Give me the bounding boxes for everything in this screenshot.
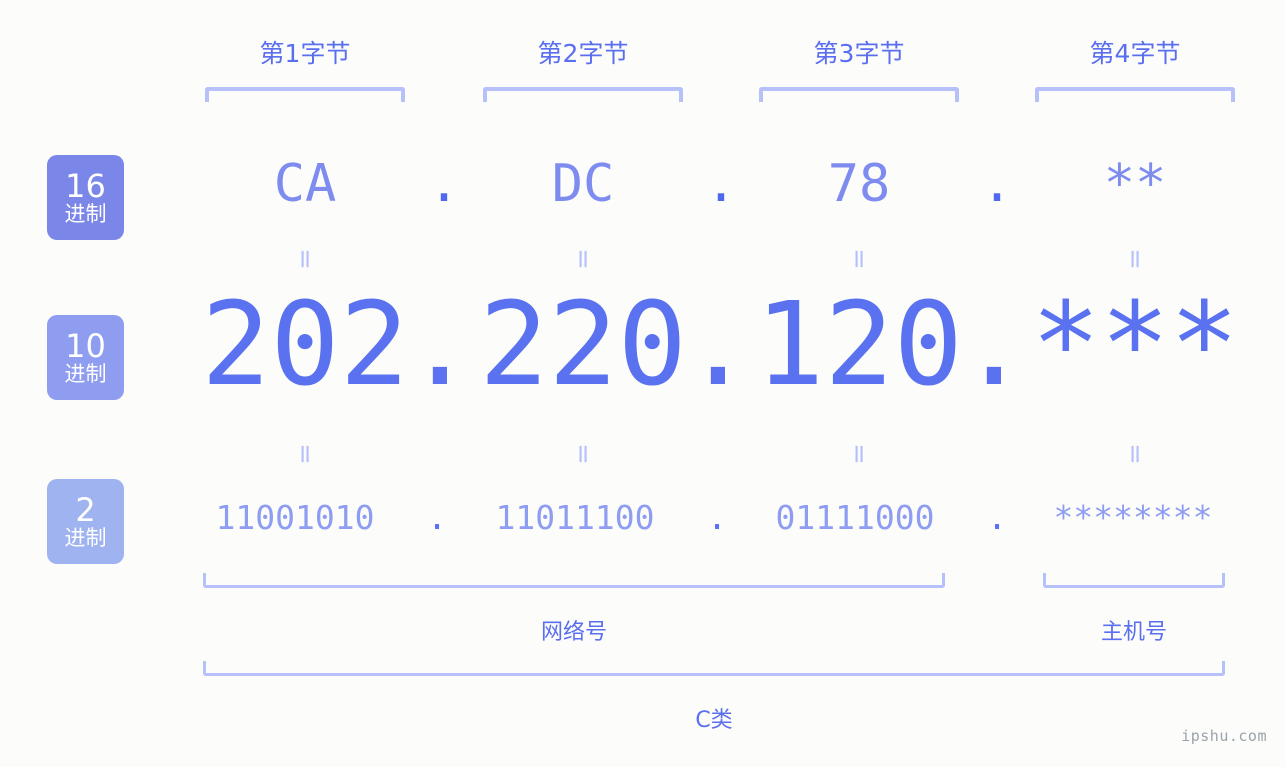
binary-separator-1: .: [427, 498, 447, 537]
ip-class-label: C类: [695, 708, 733, 733]
radix-badge-decimal-suffix: 进制: [64, 362, 107, 386]
byte-bracket-4: [1035, 87, 1235, 102]
hex-byte-3: 78: [827, 154, 891, 214]
decimal-separator-2: .: [683, 278, 753, 412]
decimal-separator-1: .: [405, 278, 475, 412]
equals-mark-hex-dec-3: =: [844, 248, 874, 270]
binary-byte-3: 01111000: [775, 498, 935, 537]
equals-mark-dec-bin-4: =: [1120, 443, 1150, 465]
radix-badge-binary: 2 进制: [47, 479, 124, 564]
radix-badge-binary-suffix: 进制: [64, 526, 107, 550]
byte-bracket-2: [483, 87, 683, 102]
site-watermark: ipshu.com: [1181, 727, 1267, 745]
binary-separator-2: .: [707, 498, 727, 537]
decimal-byte-4: ***: [1031, 278, 1239, 412]
byte-header-4: 第4字节: [1089, 39, 1181, 68]
network-portion-bracket: [203, 573, 945, 588]
byte-bracket-3: [759, 87, 959, 102]
equals-mark-dec-bin-2: =: [568, 443, 598, 465]
ip-class-bracket: [203, 661, 1225, 676]
ip-breakdown-diagram: 第1字节 第2字节 第3字节 第4字节 16 进制 10 进制 2 进制 CA …: [0, 0, 1285, 767]
radix-badge-decimal: 10 进制: [47, 315, 124, 400]
hex-separator-3: .: [981, 154, 1013, 214]
equals-mark-dec-bin-1: =: [290, 443, 320, 465]
radix-badge-hex: 16 进制: [47, 155, 124, 240]
radix-badge-binary-number: 2: [75, 491, 96, 529]
decimal-byte-1: 202: [201, 278, 409, 412]
radix-badge-decimal-number: 10: [65, 327, 106, 365]
binary-separator-3: .: [987, 498, 1007, 537]
hex-byte-2: DC: [551, 154, 615, 214]
byte-bracket-1: [205, 87, 405, 102]
hex-byte-1: CA: [273, 154, 337, 214]
binary-byte-4: ********: [1053, 498, 1213, 537]
equals-mark-hex-dec-2: =: [568, 248, 598, 270]
decimal-byte-2: 220: [479, 278, 687, 412]
equals-mark-hex-dec-1: =: [290, 248, 320, 270]
byte-header-2: 第2字节: [537, 39, 629, 68]
radix-badge-hex-number: 16: [65, 167, 106, 205]
radix-badge-hex-suffix: 进制: [64, 202, 107, 226]
hex-byte-4: **: [1103, 154, 1167, 214]
decimal-byte-3: 120: [755, 278, 963, 412]
equals-mark-dec-bin-3: =: [844, 443, 874, 465]
network-portion-label: 网络号: [540, 620, 607, 645]
byte-header-3: 第3字节: [813, 39, 905, 68]
host-portion-bracket: [1043, 573, 1225, 588]
byte-header-1: 第1字节: [259, 39, 351, 68]
hex-separator-2: .: [705, 154, 737, 214]
hex-separator-1: .: [428, 154, 460, 214]
equals-mark-hex-dec-4: =: [1120, 248, 1150, 270]
host-portion-label: 主机号: [1100, 620, 1167, 645]
binary-byte-1: 11001010: [215, 498, 375, 537]
binary-byte-2: 11011100: [495, 498, 655, 537]
decimal-separator-3: .: [959, 278, 1029, 412]
